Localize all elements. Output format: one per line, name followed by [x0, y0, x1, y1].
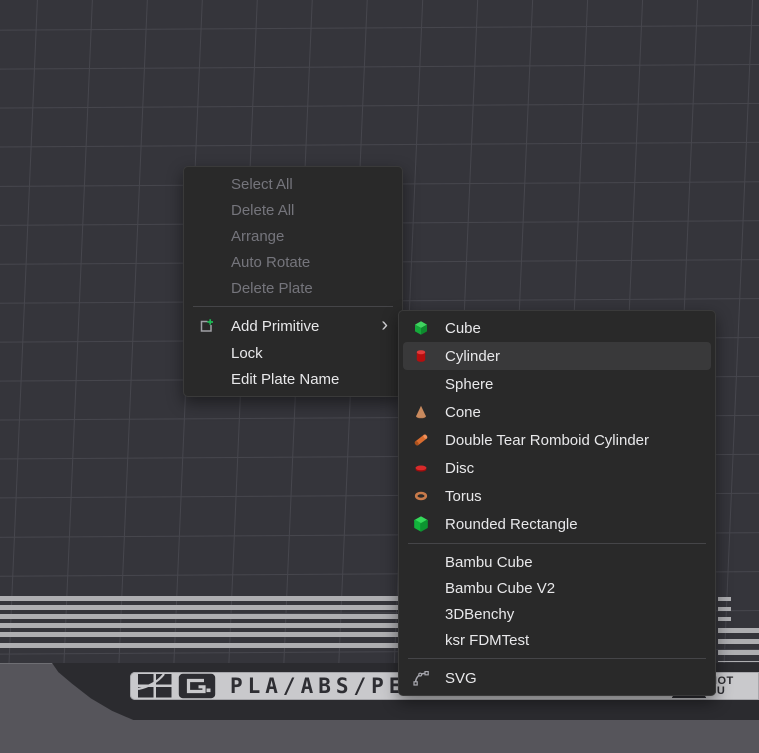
menu-item-svg[interactable]: SVG: [399, 664, 715, 692]
menu-item-label: Disc: [445, 460, 474, 477]
menu-item-label: Bambu Cube: [445, 554, 533, 571]
menu-item-label: Cylinder: [445, 348, 500, 365]
menu-item-bambu-cube[interactable]: Bambu Cube: [399, 549, 715, 575]
double-tear-romboid-cylinder-icon: [413, 432, 429, 448]
menu-item-auto-rotate: Auto Rotate: [184, 249, 402, 275]
menu-item-cylinder[interactable]: Cylinder: [403, 342, 711, 370]
menu-item-3dbenchy[interactable]: 3DBenchy: [399, 601, 715, 627]
menu-item-label: Sphere: [445, 376, 493, 393]
chevron-right-icon: ›: [381, 314, 388, 337]
menu-item-label: Select All: [231, 176, 293, 193]
disc-icon: [413, 460, 429, 476]
menu-separator: [408, 543, 706, 544]
add-primitive-icon: [198, 318, 214, 334]
menu-item-lock[interactable]: Lock: [184, 340, 402, 366]
menu-separator: [408, 658, 706, 659]
menu-item-select-all: Select All: [184, 171, 402, 197]
plate-type-logo: [178, 673, 216, 699]
menu-item-label: Rounded Rectangle: [445, 516, 578, 533]
menu-item-label: Arrange: [231, 228, 284, 245]
cube-icon: [413, 320, 429, 336]
menu-item-bambu-cube-v2[interactable]: Bambu Cube V2: [399, 575, 715, 601]
menu-item-label: Delete All: [231, 202, 294, 219]
menu-item-label: Torus: [445, 488, 482, 505]
menu-item-add-primitive[interactable]: Add Primitive ›: [184, 312, 402, 340]
menu-item-label: Lock: [231, 345, 263, 362]
menu-item-arrange: Arrange: [184, 223, 402, 249]
menu-item-ksr-fdmtest[interactable]: ksr FDMTest: [399, 627, 715, 653]
menu-item-label: ksr FDMTest: [445, 632, 529, 649]
menu-item-label: 3DBenchy: [445, 606, 514, 623]
context-menu: Select All Delete All Arrange Auto Rotate De…: [183, 166, 403, 397]
plate-stripes-left: [0, 596, 398, 637]
menu-item-label: Cone: [445, 404, 481, 421]
cone-icon: [413, 404, 429, 420]
cylinder-icon: [413, 348, 429, 364]
menu-item-cone[interactable]: Cone: [399, 398, 715, 426]
menu-item-double-tear-romboid-cylinder[interactable]: Double Tear Romboid Cylinder: [399, 426, 715, 454]
menu-item-label: Double Tear Romboid Cylinder: [445, 432, 649, 449]
plate-stripes-right-small: [718, 597, 731, 624]
menu-item-label: Cube: [445, 320, 481, 337]
menu-item-rounded-rectangle[interactable]: Rounded Rectangle: [399, 510, 715, 538]
menu-item-edit-plate-name[interactable]: Edit Plate Name: [184, 366, 402, 392]
svg-icon: [413, 670, 429, 686]
menu-item-label: SVG: [445, 670, 477, 687]
menu-item-torus[interactable]: Torus: [399, 482, 715, 510]
rounded-rectangle-icon: [413, 516, 429, 532]
menu-separator: [193, 306, 393, 307]
menu-item-sphere[interactable]: Sphere: [399, 370, 715, 398]
plate-stripe-lower: [0, 643, 398, 648]
menu-item-disc[interactable]: Disc: [399, 454, 715, 482]
menu-item-label: Bambu Cube V2: [445, 580, 555, 597]
menu-item-delete-plate: Delete Plate: [184, 275, 402, 301]
menu-item-label: Auto Rotate: [231, 254, 310, 271]
sphere-icon: [413, 376, 429, 392]
menu-item-delete-all: Delete All: [184, 197, 402, 223]
menu-item-label: Delete Plate: [231, 280, 313, 297]
plate-stripes-right-wide: [718, 628, 759, 662]
torus-icon: [413, 488, 429, 504]
bambu-logo: [138, 674, 172, 698]
slicer-viewport: PLA/ABS/PETG HOTSU Select AllDelete AllA…: [0, 0, 759, 753]
menu-item-cube[interactable]: Cube: [399, 314, 715, 342]
menu-item-label: Add Primitive: [231, 318, 319, 335]
add-primitive-submenu: Cube Cylinder Sphere Cone Double Tear Romboi…: [398, 310, 716, 696]
menu-item-label: Edit Plate Name: [231, 371, 339, 388]
